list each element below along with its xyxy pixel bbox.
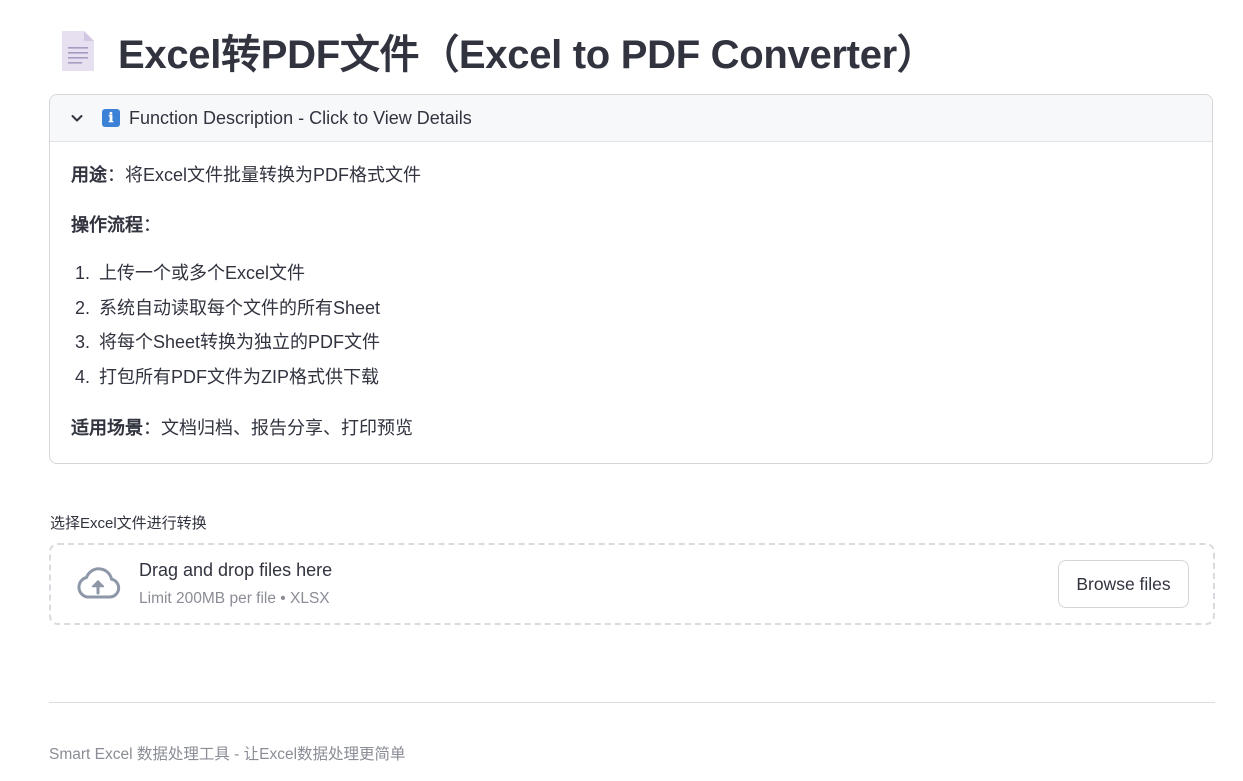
dropzone-instructions: Drag and drop files here <box>139 560 333 580</box>
document-icon <box>60 29 96 73</box>
expander-header[interactable]: ℹ Function Description - Click to View D… <box>50 95 1212 142</box>
function-description-expander: ℹ Function Description - Click to View D… <box>49 94 1213 464</box>
scenario-text: ：文档归档、报告分享、打印预览 <box>143 418 413 438</box>
step-text: 将每个Sheet转换为独立的PDF文件 <box>99 332 381 352</box>
step-number: 1. <box>75 263 91 283</box>
list-item: 4. 打包所有PDF文件为ZIP格式供下载 <box>71 365 380 400</box>
process-heading: 操作流程： <box>71 213 161 238</box>
list-item: 3. 将每个Sheet转换为独立的PDF文件 <box>71 330 380 365</box>
step-text: 系统自动读取每个文件的所有Sheet <box>99 297 381 318</box>
process-label: 操作流程 <box>71 215 143 235</box>
browse-files-button[interactable]: Browse files <box>1058 560 1189 608</box>
purpose-paragraph: 用途：将Excel文件批量转换为PDF格式文件 <box>71 163 421 188</box>
footer-text: Smart Excel 数据处理工具 - 让Excel数据处理更简单 <box>49 746 406 763</box>
process-suffix: ： <box>143 215 161 235</box>
step-number: 4. <box>75 366 91 387</box>
footer-divider <box>49 702 1215 703</box>
dropzone-limit-text: Limit 200MB per file • XLSX <box>139 590 330 607</box>
file-uploader-label: 选择Excel文件进行转换 <box>50 515 207 532</box>
purpose-label: 用途 <box>71 165 107 185</box>
expander-label: Function Description - Click to View Det… <box>129 107 472 128</box>
chevron-down-icon <box>70 111 84 125</box>
step-text: 上传一个或多个Excel文件 <box>99 263 306 283</box>
cloud-upload-icon <box>75 567 121 601</box>
process-steps-list: 1. 上传一个或多个Excel文件 2. 系统自动读取每个文件的所有Sheet 3.… <box>71 261 380 399</box>
list-item: 2. 系统自动读取每个文件的所有Sheet <box>71 296 380 331</box>
scenario-paragraph: 适用场景：文档归档、报告分享、打印预览 <box>71 416 413 441</box>
page-header: Excel转PDF文件（Excel to PDF Converter） <box>60 22 937 80</box>
step-number: 2. <box>75 297 91 318</box>
list-item: 1. 上传一个或多个Excel文件 <box>71 261 380 296</box>
file-dropzone[interactable]: Drag and drop files here Limit 200MB per… <box>49 543 1215 625</box>
step-number: 3. <box>75 332 91 352</box>
purpose-text: ：将Excel文件批量转换为PDF格式文件 <box>107 165 422 185</box>
page-title: Excel转PDF文件（Excel to PDF Converter） <box>118 33 937 77</box>
info-icon: ℹ <box>102 109 120 127</box>
scenario-label: 适用场景 <box>71 418 143 438</box>
step-text: 打包所有PDF文件为ZIP格式供下载 <box>99 366 380 387</box>
